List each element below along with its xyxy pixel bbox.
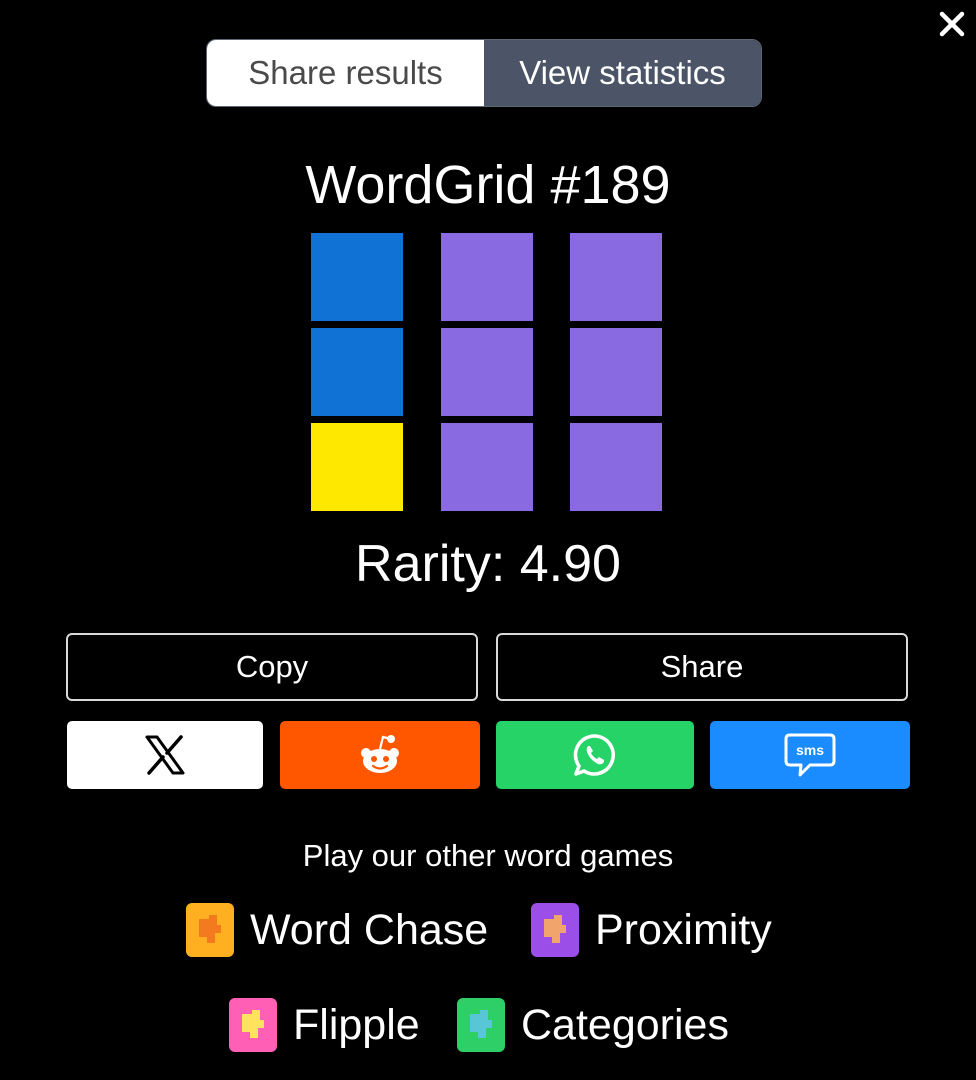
grid-cell — [311, 423, 403, 511]
game-word-chase-link[interactable]: Word Chase — [186, 903, 488, 957]
results-tabs: Share results View statistics — [206, 39, 762, 107]
share-whatsapp-button[interactable] — [496, 721, 694, 789]
grid-cell — [441, 233, 533, 321]
grid-cell — [570, 233, 662, 321]
other-games-heading: Play our other word games — [302, 838, 674, 873]
share-x-button[interactable] — [67, 721, 263, 789]
whatsapp-icon — [573, 734, 615, 776]
share-reddit-button[interactable] — [280, 721, 480, 789]
game-flipple-link[interactable]: Flipple — [229, 998, 420, 1052]
close-button[interactable] — [936, 8, 968, 40]
grid-cell — [441, 423, 533, 511]
grid-cell — [441, 328, 533, 416]
grid-cell — [311, 328, 403, 416]
categories-icon — [457, 998, 505, 1052]
sms-icon: sms — [784, 733, 836, 777]
x-icon — [145, 735, 185, 775]
copy-button[interactable]: Copy — [66, 633, 478, 701]
game-label: Word Chase — [250, 906, 489, 954]
proximity-icon — [531, 903, 579, 957]
rarity-score: Rarity: 4.90 — [355, 535, 621, 593]
game-proximity-link[interactable]: Proximity — [531, 903, 772, 957]
game-categories-link[interactable]: Categories — [457, 998, 729, 1052]
share-sms-button[interactable]: sms — [710, 721, 910, 789]
close-icon — [939, 11, 965, 37]
grid-cell — [570, 423, 662, 511]
puzzle-title: WordGrid #189 — [305, 155, 671, 215]
flipple-icon — [229, 998, 277, 1052]
grid-cell — [570, 328, 662, 416]
tab-share-results[interactable]: Share results — [207, 40, 484, 106]
grid-cell — [311, 233, 403, 321]
result-grid — [311, 233, 663, 516]
reddit-icon — [361, 735, 399, 773]
game-label: Proximity — [595, 906, 772, 954]
game-label: Categories — [521, 1001, 729, 1049]
game-label: Flipple — [293, 1001, 420, 1049]
word-chase-icon — [186, 903, 234, 957]
svg-text:sms: sms — [796, 742, 824, 758]
tab-view-statistics[interactable]: View statistics — [484, 40, 761, 106]
share-button[interactable]: Share — [496, 633, 908, 701]
